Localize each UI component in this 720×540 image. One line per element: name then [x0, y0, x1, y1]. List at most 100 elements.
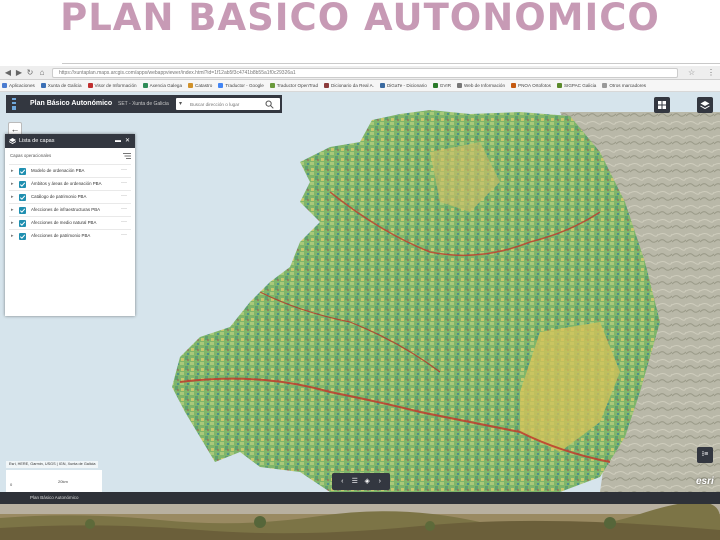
expand-arrow-icon[interactable]: ▸	[11, 220, 14, 226]
bookmark-label: Web de Información	[464, 82, 506, 88]
previous-arrow-icon[interactable]: ‹	[337, 477, 347, 487]
landscape-photo-strip	[0, 504, 720, 540]
bookmark-item[interactable]: Web de Información	[455, 80, 509, 91]
bookmark-label: Aplicaciones	[9, 82, 35, 88]
layer-name: Ámbitos y áreas de ordenación PBA	[31, 181, 102, 186]
layer-visibility-checkbox[interactable]	[19, 207, 26, 214]
bookmark-label: Traductor - Google	[225, 82, 264, 88]
basemap-gallery-button[interactable]	[654, 97, 670, 113]
layer-row[interactable]: ▸ Catálogo de patrimonio PBA ···	[9, 190, 131, 203]
search-input[interactable]	[190, 99, 264, 109]
layer-list-toggle-button[interactable]	[697, 97, 713, 113]
layers-icon	[700, 101, 710, 110]
app-footer-bar: Plan Básico Autonómico	[0, 492, 720, 504]
checkmark-icon	[19, 195, 26, 200]
bookmark-favicon-icon	[87, 83, 93, 88]
bookmark-item[interactable]: Traductor OpenTrad	[268, 80, 322, 91]
expand-arrow-icon[interactable]: ▸	[11, 207, 14, 213]
bookmark-favicon-icon	[324, 83, 330, 88]
bookmark-item[interactable]: GVIR	[431, 80, 455, 91]
address-bar[interactable]: https://xuntaplan.maps.arcgis.com/apps/w…	[52, 68, 678, 78]
xunta-logo-icon	[12, 98, 16, 110]
bookmark-favicon-icon	[457, 83, 463, 88]
next-arrow-icon[interactable]: ›	[375, 477, 385, 487]
bookmark-favicon-icon	[142, 83, 148, 88]
layer-visibility-checkbox[interactable]	[19, 233, 26, 240]
legend-button[interactable]: ⁝≡	[697, 447, 713, 463]
star-icon[interactable]: ☆	[688, 68, 695, 78]
layer-row[interactable]: ▸ Afecciones de infraestructuras PBA ···	[9, 203, 131, 216]
bookmark-label: DiGaTe - Dicionario	[386, 82, 427, 88]
expand-arrow-icon[interactable]: ▸	[11, 168, 14, 174]
layer-row[interactable]: ▸ Modelo de ordenación PBA ···	[9, 164, 131, 177]
bookmark-item[interactable]: Catastro	[186, 80, 216, 91]
bookmark-item[interactable]: Traductor - Google	[216, 80, 267, 91]
layer-options-button[interactable]: ···	[121, 206, 127, 212]
layer-row[interactable]: ▸ Afecciones de patrimonio PBA ···	[9, 229, 131, 242]
bookmark-item[interactable]: Axencia Galega	[141, 80, 186, 91]
options-menu-icon[interactable]	[123, 152, 131, 160]
bookmark-favicon-icon	[2, 83, 7, 88]
bookmark-item[interactable]: PNOA Ortofotos	[509, 80, 555, 91]
bookmark-label: Catastro	[195, 82, 213, 88]
layer-name: Afecciones de medio natural PBA	[31, 220, 97, 225]
operational-layers-label: Capas operacionales	[10, 153, 52, 158]
bookmark-favicon-icon	[40, 83, 46, 88]
reload-button[interactable]: ↻	[25, 68, 35, 78]
bookmark-favicon-icon	[602, 83, 608, 88]
minimize-icon[interactable]: ▬	[115, 136, 121, 146]
close-icon[interactable]: ✕	[125, 136, 130, 146]
layer-row[interactable]: ▸ Afecciones de medio natural PBA ···	[9, 216, 131, 229]
footer-label: Plan Básico Autonómico	[30, 495, 79, 500]
search-icon[interactable]	[265, 100, 274, 109]
layer-visibility-checkbox[interactable]	[19, 194, 26, 201]
search-source-dropdown[interactable]: ▾	[179, 99, 182, 109]
app-title: Plan Básico Autonómico	[30, 100, 113, 107]
forward-button[interactable]: ▶	[14, 68, 24, 78]
layer-visibility-checkbox[interactable]	[19, 220, 26, 227]
bookmark-item[interactable]: Otros marcadores	[600, 80, 650, 91]
bookmark-favicon-icon	[269, 83, 275, 88]
layer-name: Modelo de ordenación PBA	[31, 168, 85, 173]
layer-options-button[interactable]: ···	[121, 219, 127, 225]
checkmark-icon	[19, 208, 26, 213]
layer-options-button[interactable]: ···	[121, 180, 127, 186]
browser-menu-button[interactable]: ⋮	[707, 68, 715, 78]
layer-options-button[interactable]: ···	[121, 193, 127, 199]
bookmark-item[interactable]: Xunta de Galicia	[39, 80, 86, 91]
layers-icon[interactable]: ◈	[362, 477, 372, 487]
bookmark-label: Visor de Información	[94, 82, 137, 88]
presentation-slide: PLAN BASICO AUTONOMICO ◀ ▶ ↻ ⌂ https://x…	[0, 0, 720, 540]
list-icon[interactable]: ☰	[350, 477, 360, 487]
bookmark-favicon-icon	[556, 83, 562, 88]
bookmark-item[interactable]: SIGPAC Galicia	[555, 80, 600, 91]
bookmark-item[interactable]: DiGaTe - Dicionario	[378, 80, 431, 91]
panel-title: Lista de capas	[19, 138, 55, 144]
expand-arrow-icon[interactable]: ▸	[11, 194, 14, 200]
home-button[interactable]: ⌂	[37, 68, 47, 78]
checkmark-icon	[19, 234, 26, 239]
layer-options-button[interactable]: ···	[121, 167, 127, 173]
expand-arrow-icon[interactable]: ▸	[11, 233, 14, 239]
checkmark-icon	[19, 182, 26, 187]
layer-name: Afecciones de patrimonio PBA	[31, 233, 91, 238]
bookmark-label: Dicionario da Real A.	[331, 82, 374, 88]
expand-arrow-icon[interactable]: ▸	[11, 181, 14, 187]
back-button[interactable]: ◀	[3, 68, 13, 78]
app-header: Plan Básico Autonómico SET - Xunta de Ga…	[6, 95, 282, 113]
browser-screenshot: ◀ ▶ ↻ ⌂ https://xuntaplan.maps.arcgis.co…	[0, 66, 720, 540]
bookmark-label: Xunta de Galicia	[47, 82, 82, 88]
bookmark-item[interactable]: Dicionario da Real A.	[322, 80, 378, 91]
scale-bar: 0 20km	[6, 470, 102, 492]
bookmark-favicon-icon	[218, 83, 224, 88]
scale-label-distance: 20km	[58, 479, 68, 484]
layer-options-button[interactable]: ···	[121, 232, 127, 238]
bookmark-item[interactable]: Visor de Información	[86, 80, 141, 91]
layer-visibility-checkbox[interactable]	[19, 168, 26, 175]
bookmark-label: Axencia Galega	[149, 82, 182, 88]
checkmark-icon	[19, 221, 26, 226]
bookmark-item[interactable]: Aplicaciones	[0, 80, 39, 91]
search-box[interactable]: ▾	[176, 98, 280, 110]
layer-row[interactable]: ▸ Ámbitos y áreas de ordenación PBA ···	[9, 177, 131, 190]
layer-visibility-checkbox[interactable]	[19, 181, 26, 188]
